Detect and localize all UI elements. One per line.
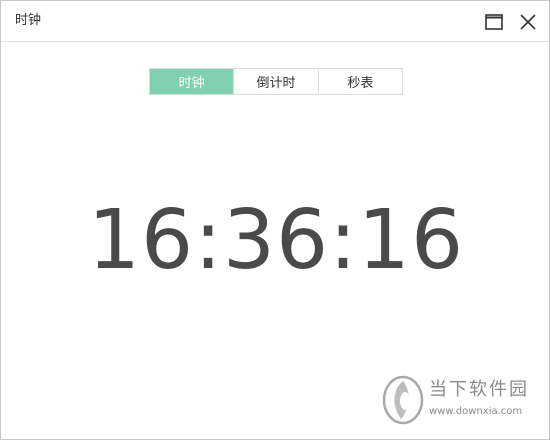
close-button[interactable] (516, 10, 540, 34)
watermark-url: www.downxia.com (429, 406, 523, 417)
maximize-button[interactable] (482, 10, 506, 34)
tab-clock[interactable]: 时钟 (150, 69, 234, 94)
close-icon (520, 14, 536, 30)
watermark: 当下软件园 www.downxia.com (381, 375, 541, 425)
mode-tabs: 时钟 倒计时 秒表 (149, 68, 403, 95)
downxia-logo-icon (382, 375, 424, 425)
clock-window: 时钟 时钟 倒计时 秒表 16:36:16 当下软件园 www.downxia.… (0, 0, 550, 440)
tab-countdown[interactable]: 倒计时 (233, 69, 318, 94)
maximize-icon (485, 14, 503, 30)
tab-stopwatch[interactable]: 秒表 (317, 69, 402, 94)
watermark-name: 当下软件园 (429, 379, 529, 400)
clock-time-display: 16:36:16 (87, 193, 465, 288)
title-bar: 时钟 (1, 1, 549, 42)
window-title: 时钟 (15, 13, 42, 28)
